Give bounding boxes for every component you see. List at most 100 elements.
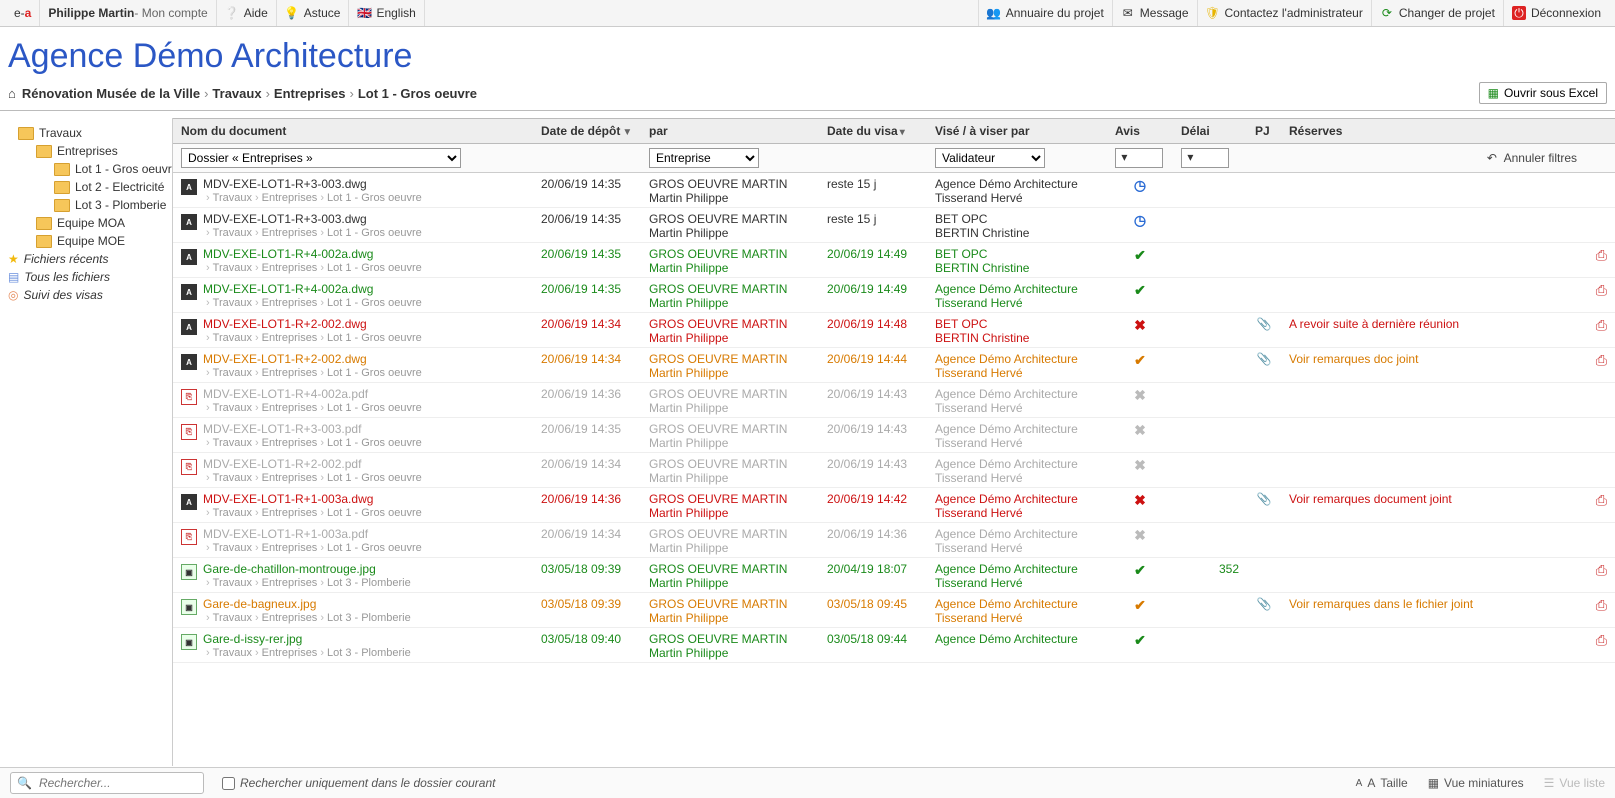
table-row[interactable]: ▣ Gare-de-bagneux.jpg ›Travaux›Entrepris… xyxy=(173,593,1615,628)
table-row[interactable]: A MDV-EXE-LOT1-R+2-002.dwg ›Travaux›Entr… xyxy=(173,348,1615,383)
search-box[interactable]: 🔍 xyxy=(10,772,204,794)
document-name[interactable]: MDV-EXE-LOT1-R+3-003.dwg xyxy=(203,212,422,226)
all-files[interactable]: ▤ Tous les fichiers xyxy=(0,268,172,286)
switch-project-link[interactable]: ⟳ Changer de projet xyxy=(1371,0,1503,26)
crumb-3[interactable]: Lot 1 - Gros oeuvre xyxy=(358,86,477,101)
visa-date: 20/06/19 14:43 xyxy=(819,453,927,488)
tree-folder[interactable]: Travaux xyxy=(0,124,172,142)
col-visa[interactable]: Date du visa▾ xyxy=(819,119,927,144)
col-par[interactable]: par xyxy=(641,119,819,144)
col-reserves[interactable]: Réserves xyxy=(1281,119,1585,144)
search-current-folder[interactable]: Rechercher uniquement dans le dossier co… xyxy=(218,774,495,793)
document-name[interactable]: MDV-EXE-LOT1-R+3-003.dwg xyxy=(203,177,422,191)
admin-label: Contactez l'administrateur xyxy=(1225,6,1363,20)
document-name[interactable]: Gare-d-issy-rer.jpg xyxy=(203,632,411,646)
tree-folder[interactable]: Lot 3 - Plomberie xyxy=(0,196,172,214)
document-name[interactable]: MDV-EXE-LOT1-R+4-002a.pdf xyxy=(203,387,422,401)
tip-link[interactable]: 💡 Astuce xyxy=(277,0,350,26)
col-vise[interactable]: Visé / à viser par xyxy=(927,119,1107,144)
validated-by: Agence Démo ArchitectureTisserand Hervé xyxy=(927,488,1107,523)
table-row[interactable]: A MDV-EXE-LOT1-R+2-002.dwg ›Travaux›Entr… xyxy=(173,313,1615,348)
col-pj[interactable]: PJ xyxy=(1247,119,1281,144)
pdf-icon[interactable]: ⎙ xyxy=(1585,313,1615,348)
visa-tracking[interactable]: ◎ Suivi des visas xyxy=(0,286,172,304)
table-row[interactable]: ⎘ MDV-EXE-LOT1-R+2-002.pdf ›Travaux›Entr… xyxy=(173,453,1615,488)
crumb-1[interactable]: Travaux xyxy=(212,86,261,101)
filter-par[interactable]: Entreprise xyxy=(649,148,759,168)
pdf-icon[interactable]: ⎙ xyxy=(1585,593,1615,628)
attachment-icon[interactable]: 📎 xyxy=(1247,313,1281,348)
table-row[interactable]: ▣ Gare-d-issy-rer.jpg ›Travaux›Entrepris… xyxy=(173,628,1615,663)
table-row[interactable]: A MDV-EXE-LOT1-R+1-003a.dwg ›Travaux›Ent… xyxy=(173,488,1615,523)
table-row[interactable]: A MDV-EXE-LOT1-R+3-003.dwg ›Travaux›Entr… xyxy=(173,173,1615,208)
help-link[interactable]: ❔ Aide xyxy=(217,0,277,26)
account-link[interactable]: Philippe Martin - Mon compte xyxy=(40,0,216,26)
logout-link[interactable]: ⏻ Déconnexion xyxy=(1503,0,1609,26)
tree-folder[interactable]: Entreprises xyxy=(0,142,172,160)
view-thumbnails[interactable]: ▦ Vue miniatures xyxy=(1428,776,1524,790)
table-row[interactable]: A MDV-EXE-LOT1-R+4-002a.dwg ›Travaux›Ent… xyxy=(173,243,1615,278)
table-row[interactable]: A MDV-EXE-LOT1-R+3-003.dwg ›Travaux›Entr… xyxy=(173,208,1615,243)
undo-icon: ↶ xyxy=(1487,151,1497,165)
pdf-icon xyxy=(1585,208,1615,243)
pdf-icon[interactable]: ⎙ xyxy=(1585,488,1615,523)
home-icon[interactable]: ⌂ xyxy=(8,86,16,101)
contact-admin-link[interactable]: 🛡 Contactez l'administrateur xyxy=(1197,0,1371,26)
tree-folder[interactable]: Equipe MOA xyxy=(0,214,172,232)
document-path: ›Travaux›Entreprises›Lot 1 - Gros oeuvre xyxy=(203,402,422,414)
crumb-0[interactable]: Rénovation Musée de la Ville xyxy=(22,86,200,101)
deposited-by: GROS OEUVRE MARTINMartin Philippe xyxy=(641,243,819,278)
pdf-icon[interactable]: ⎙ xyxy=(1585,628,1615,663)
document-name[interactable]: MDV-EXE-LOT1-R+2-002.pdf xyxy=(203,457,422,471)
attachment-icon[interactable]: 📎 xyxy=(1247,488,1281,523)
filter-avis[interactable]: ▾ xyxy=(1115,148,1163,168)
col-delai[interactable]: Délai xyxy=(1173,119,1247,144)
filter-folder[interactable]: Dossier « Entreprises » xyxy=(181,148,461,168)
deposited-by: GROS OEUVRE MARTINMartin Philippe xyxy=(641,208,819,243)
filter-vise[interactable]: Validateur xyxy=(935,148,1045,168)
table-row[interactable]: ▣ Gare-de-chatillon-montrouge.jpg ›Trava… xyxy=(173,558,1615,593)
directory-link[interactable]: 👥 Annuaire du projet xyxy=(978,0,1112,26)
table-row[interactable]: ⎘ MDV-EXE-LOT1-R+1-003a.pdf ›Travaux›Ent… xyxy=(173,523,1615,558)
reset-filters[interactable]: ↶ Annuler filtres xyxy=(1487,151,1577,165)
text-size[interactable]: AA Taille xyxy=(1356,776,1408,790)
attachment-icon[interactable]: 📎 xyxy=(1247,593,1281,628)
document-name[interactable]: MDV-EXE-LOT1-R+1-003a.dwg xyxy=(203,492,422,506)
document-name[interactable]: Gare-de-bagneux.jpg xyxy=(203,597,411,611)
tree-folder[interactable]: Lot 1 - Gros oeuvre xyxy=(0,160,172,178)
table-row[interactable]: ⎘ MDV-EXE-LOT1-R+3-003.pdf ›Travaux›Entr… xyxy=(173,418,1615,453)
tree-folder[interactable]: Lot 2 - Electricité xyxy=(0,178,172,196)
document-name[interactable]: Gare-de-chatillon-montrouge.jpg xyxy=(203,562,411,576)
table-row[interactable]: ⎘ MDV-EXE-LOT1-R+4-002a.pdf ›Travaux›Ent… xyxy=(173,383,1615,418)
deposit-date: 20/06/19 14:34 xyxy=(533,453,641,488)
view-list[interactable]: ☰ Vue liste xyxy=(1544,776,1605,790)
recent-files[interactable]: ★ Fichiers récents xyxy=(0,250,172,268)
document-name[interactable]: MDV-EXE-LOT1-R+1-003a.pdf xyxy=(203,527,422,541)
filter-delai[interactable]: ▾ xyxy=(1181,148,1229,168)
document-name[interactable]: MDV-EXE-LOT1-R+2-002.dwg xyxy=(203,317,422,331)
document-name[interactable]: MDV-EXE-LOT1-R+3-003.pdf xyxy=(203,422,422,436)
pdf-icon[interactable]: ⎙ xyxy=(1585,348,1615,383)
pdf-icon[interactable]: ⎙ xyxy=(1585,243,1615,278)
crumb-2[interactable]: Entreprises xyxy=(274,86,346,101)
document-table-wrap[interactable]: Nom du document Date de dépôt▼ par Date … xyxy=(173,118,1615,766)
validated-by: Agence Démo ArchitectureTisserand Hervé xyxy=(927,523,1107,558)
search-input[interactable] xyxy=(37,775,198,791)
pdf-icon[interactable]: ⎙ xyxy=(1585,278,1615,313)
col-name[interactable]: Nom du document xyxy=(173,119,533,144)
col-date[interactable]: Date de dépôt▼ xyxy=(533,119,641,144)
search-only-checkbox[interactable] xyxy=(222,777,235,790)
pdf-icon[interactable]: ⎙ xyxy=(1585,558,1615,593)
col-avis[interactable]: Avis xyxy=(1107,119,1173,144)
table-row[interactable]: A MDV-EXE-LOT1-R+4-002a.dwg ›Travaux›Ent… xyxy=(173,278,1615,313)
attachment-icon[interactable]: 📎 xyxy=(1247,348,1281,383)
all-label: Tous les fichiers xyxy=(24,270,110,284)
document-name[interactable]: MDV-EXE-LOT1-R+2-002.dwg xyxy=(203,352,422,366)
open-excel-button[interactable]: ▦ Ouvrir sous Excel xyxy=(1479,82,1607,104)
language-switch[interactable]: 🇬🇧 English xyxy=(349,0,424,26)
tree-folder[interactable]: Equipe MOE xyxy=(0,232,172,250)
document-name[interactable]: MDV-EXE-LOT1-R+4-002a.dwg xyxy=(203,247,422,261)
document-name[interactable]: MDV-EXE-LOT1-R+4-002a.dwg xyxy=(203,282,422,296)
message-link[interactable]: ✉ Message xyxy=(1112,0,1197,26)
message-label: Message xyxy=(1140,6,1189,20)
